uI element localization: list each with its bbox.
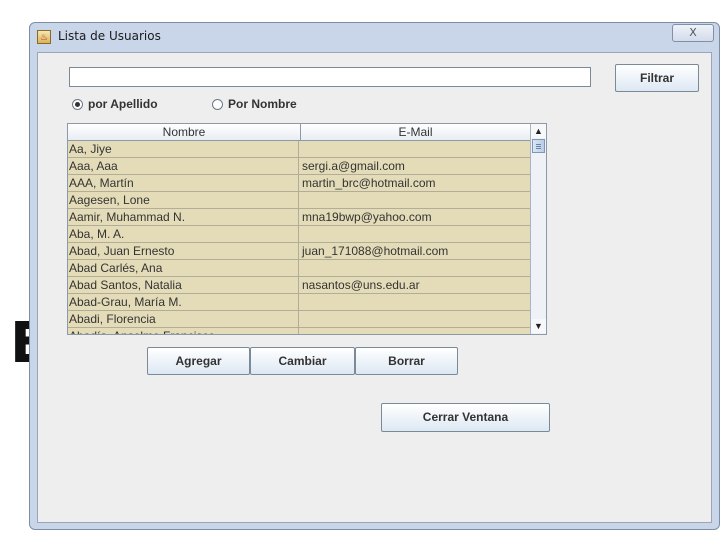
table-row[interactable]: Aa, Jiye [68, 141, 530, 158]
radio-por-nombre[interactable]: Por Nombre [212, 97, 297, 111]
java-cup-icon: ♨ [37, 30, 51, 44]
radio-por-apellido[interactable]: por Apellido [72, 97, 158, 111]
column-header-nombre[interactable]: Nombre [68, 124, 301, 140]
change-button[interactable]: Cambiar [250, 347, 355, 375]
close-button[interactable]: X [672, 24, 714, 42]
cell-nombre[interactable]: Abad Santos, Natalia [68, 277, 299, 293]
table-body: Aa, Jiye Aaa, Aaa sergi.a@gmail.com AAA, Ma… [68, 141, 530, 334]
cell-email[interactable] [300, 260, 530, 276]
cell-nombre[interactable]: Abadía, Anselmo Francisco [68, 328, 299, 334]
table-row[interactable]: Abad Carlés, Ana [68, 260, 530, 277]
filter-input[interactable] [69, 67, 591, 87]
radio-indicator[interactable] [212, 99, 223, 110]
lista-usuarios-window: ♨ Lista de Usuarios X Filtrar por Apelli… [29, 22, 720, 530]
cell-email[interactable]: martin_brc@hotmail.com [300, 175, 530, 191]
window-title: Lista de Usuarios [58, 29, 161, 43]
table-row[interactable]: Abad Santos, Natalia nasantos@uns.edu.ar [68, 277, 530, 294]
title-bar[interactable]: ♨ Lista de Usuarios X [30, 23, 719, 51]
table-row[interactable]: Abadía, Anselmo Francisco [68, 328, 530, 334]
table-row[interactable]: Abad-Grau, María M. [68, 294, 530, 311]
cell-email[interactable]: sergi.a@gmail.com [300, 158, 530, 174]
vertical-scrollbar[interactable]: ▲ ▼ [530, 124, 546, 334]
window-content: Filtrar por Apellido Por Nombre Nombre E… [37, 52, 712, 523]
scroll-down-arrow-icon[interactable]: ▼ [531, 319, 546, 333]
cell-email[interactable] [300, 328, 530, 334]
close-icon: X [689, 26, 697, 39]
cell-nombre[interactable]: Aa, Jiye [68, 141, 299, 157]
table-row[interactable]: Aba, M. A. [68, 226, 530, 243]
column-header-email[interactable]: E-Mail [301, 124, 530, 140]
table-header: Nombre E-Mail [68, 124, 530, 141]
cell-email[interactable]: mna19bwp@yahoo.com [300, 209, 530, 225]
table-row[interactable]: Aaa, Aaa sergi.a@gmail.com [68, 158, 530, 175]
scroll-up-arrow-icon[interactable]: ▲ [531, 124, 546, 138]
users-table[interactable]: Nombre E-Mail Aa, Jiye Aaa, Aaa sergi.a@gm… [67, 123, 547, 335]
cell-nombre[interactable]: Abad-Grau, María M. [68, 294, 299, 310]
cell-nombre[interactable]: Abad Carlés, Ana [68, 260, 299, 276]
cell-email[interactable] [300, 192, 530, 208]
cell-nombre[interactable]: Aagesen, Lone [68, 192, 299, 208]
delete-button[interactable]: Borrar [355, 347, 458, 375]
add-button[interactable]: Agregar [147, 347, 250, 375]
table-row[interactable]: Aagesen, Lone [68, 192, 530, 209]
cell-nombre[interactable]: Abad, Juan Ernesto [68, 243, 299, 259]
cell-email[interactable] [300, 141, 530, 157]
cell-email[interactable]: nasantos@uns.edu.ar [300, 277, 530, 293]
cell-nombre[interactable]: Aamir, Muhammad N. [68, 209, 299, 225]
radio-label: por Apellido [88, 97, 158, 111]
cell-nombre[interactable]: AAA, Martín [68, 175, 299, 191]
cell-email[interactable] [300, 294, 530, 310]
cell-email[interactable] [300, 226, 530, 242]
table-row[interactable]: AAA, Martín martin_brc@hotmail.com [68, 175, 530, 192]
cell-email[interactable]: juan_171088@hotmail.com [300, 243, 530, 259]
radio-label: Por Nombre [228, 97, 297, 111]
filter-button[interactable]: Filtrar [615, 64, 699, 92]
table-row[interactable]: Abad, Juan Ernesto juan_171088@hotmail.co… [68, 243, 530, 260]
table-row[interactable]: Aamir, Muhammad N. mna19bwp@yahoo.com [68, 209, 530, 226]
scroll-thumb[interactable] [532, 139, 545, 153]
cell-nombre[interactable]: Aaa, Aaa [68, 158, 299, 174]
cell-nombre[interactable]: Abadi, Florencia [68, 311, 299, 327]
cell-email[interactable] [300, 311, 530, 327]
close-window-button[interactable]: Cerrar Ventana [381, 403, 550, 432]
radio-indicator[interactable] [72, 99, 83, 110]
table-row[interactable]: Abadi, Florencia [68, 311, 530, 328]
cell-nombre[interactable]: Aba, M. A. [68, 226, 299, 242]
